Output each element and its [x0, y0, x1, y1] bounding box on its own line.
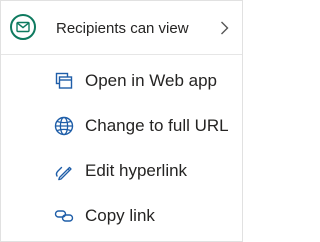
edit-hyperlink-label: Edit hyperlink: [85, 161, 188, 180]
envelope-icon: [10, 14, 36, 40]
edit-link-icon: [53, 160, 75, 182]
open-in-web-app-item[interactable]: Open in Web app: [1, 62, 242, 98]
change-to-full-url-label: Change to full URL: [85, 116, 229, 135]
permissions-header[interactable]: Recipients can view: [1, 1, 242, 55]
globe-icon: [53, 115, 75, 137]
open-web-app-icon: [53, 70, 75, 92]
permissions-label: Recipients can view: [56, 20, 189, 37]
context-menu: Recipients can view Open in Web app Chan…: [0, 0, 243, 242]
change-to-full-url-item[interactable]: Change to full URL: [1, 107, 242, 143]
open-in-web-app-label: Open in Web app: [85, 71, 217, 90]
copy-link-item[interactable]: Copy link: [1, 197, 242, 233]
edit-hyperlink-item[interactable]: Edit hyperlink: [1, 152, 242, 188]
copy-link-label: Copy link: [85, 206, 155, 225]
copy-link-icon: [53, 205, 75, 227]
chevron-right-icon: [220, 21, 229, 40]
